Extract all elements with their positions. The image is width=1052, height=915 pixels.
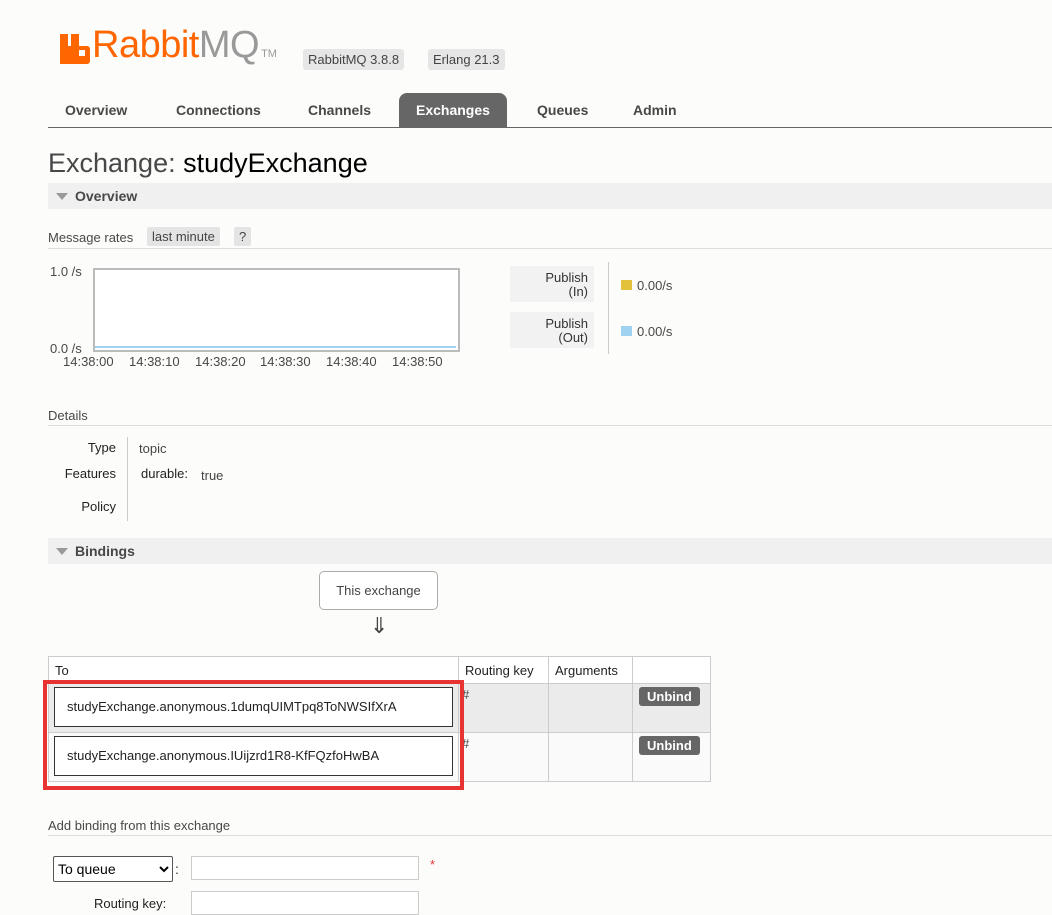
details-divider xyxy=(127,437,128,521)
rabbitmq-logo: Rabbit MQ TM xyxy=(60,26,277,64)
overview-section-toggle[interactable]: Overview xyxy=(48,183,1052,209)
collapse-triangle-icon xyxy=(56,548,68,555)
chart-x-tick: 14:38:40 xyxy=(326,354,377,369)
logo-text-rabbit: Rabbit xyxy=(92,24,199,66)
divider xyxy=(48,425,1052,426)
chart-y-top-label: 1.0 /s xyxy=(50,264,82,279)
publish-in-swatch xyxy=(621,280,632,290)
actions-cell: Unbind xyxy=(632,683,711,733)
logo-trademark: TM xyxy=(261,48,277,60)
tab-exchanges[interactable]: Exchanges xyxy=(399,93,507,127)
version-badge: RabbitMQ 3.8.8 xyxy=(303,49,405,70)
chart-x-tick: 14:38:10 xyxy=(129,354,180,369)
column-header-routing-key: Routing key xyxy=(458,656,549,684)
tab-connections[interactable]: Connections xyxy=(159,93,278,127)
page-title: Exchange: studyExchange xyxy=(48,148,368,179)
logo-text-mq: MQ xyxy=(198,24,260,66)
legend-label-line: Publish xyxy=(545,270,588,285)
annotation-highlight-box xyxy=(43,680,464,790)
details-durable-key: durable: xyxy=(141,466,188,481)
down-arrow-icon: ⇓ xyxy=(370,613,389,638)
routing-key-value: # xyxy=(462,736,470,751)
arguments-cell xyxy=(548,683,633,733)
tab-channels[interactable]: Channels xyxy=(291,93,388,127)
add-binding-label: Add binding from this exchange xyxy=(48,818,231,833)
chart-x-tick: 14:38:00 xyxy=(63,354,114,369)
collapse-triangle-icon xyxy=(56,193,68,200)
chart-x-tick: 14:38:50 xyxy=(392,354,443,369)
destination-type-select[interactable]: To queue xyxy=(53,856,173,882)
details-type-key: Type xyxy=(87,440,116,455)
unbind-button[interactable]: Unbind xyxy=(639,736,700,755)
divider xyxy=(48,835,1052,836)
details-policy-key: Policy xyxy=(81,499,116,514)
details-features-key: Features xyxy=(64,466,116,481)
publish-in-rate: 0.00/s xyxy=(637,278,673,293)
unbind-button[interactable]: Unbind xyxy=(639,687,700,706)
routing-key-value: # xyxy=(462,687,470,702)
rabbitmq-logo-icon xyxy=(60,34,90,64)
details-type-value: topic xyxy=(139,441,167,456)
destination-name-input[interactable] xyxy=(191,856,419,880)
page-title-prefix: Exchange: xyxy=(48,148,176,178)
rate-range-button[interactable]: last minute xyxy=(147,227,220,246)
main-nav-tabs: Overview Connections Channels Exchanges … xyxy=(48,93,1052,128)
colon: : xyxy=(175,861,179,877)
message-rates-label: Message rates xyxy=(48,230,134,245)
chart-series-line xyxy=(95,346,456,348)
legend-label-line: (In) xyxy=(568,284,589,299)
tab-admin[interactable]: Admin xyxy=(616,93,694,127)
overview-section-label: Overview xyxy=(75,188,138,204)
bindings-section-label: Bindings xyxy=(75,543,135,559)
legend-publish-in: Publish (In) xyxy=(510,266,594,302)
page-title-exchange-name: studyExchange xyxy=(183,148,368,178)
tab-overview[interactable]: Overview xyxy=(48,93,144,127)
required-asterisk: * xyxy=(430,857,436,872)
chart-x-tick: 14:38:30 xyxy=(260,354,311,369)
column-header-arguments: Arguments xyxy=(548,656,633,684)
legend-publish-out: Publish (Out) xyxy=(510,312,594,348)
routing-key-cell: # xyxy=(458,683,549,733)
column-header-actions xyxy=(632,656,711,684)
routing-key-input[interactable] xyxy=(191,891,419,915)
tab-queues[interactable]: Queues xyxy=(520,93,605,127)
publish-out-rate: 0.00/s xyxy=(637,324,673,339)
chart-x-tick: 14:38:20 xyxy=(195,354,246,369)
message-rates-chart xyxy=(93,268,460,352)
help-button[interactable]: ? xyxy=(234,227,252,246)
erlang-badge: Erlang 21.3 xyxy=(428,49,505,70)
details-label: Details xyxy=(48,408,88,423)
arguments-cell xyxy=(548,732,633,782)
legend-divider xyxy=(608,262,609,354)
routing-key-cell: # xyxy=(458,732,549,782)
publish-out-swatch xyxy=(621,326,632,336)
actions-cell: Unbind xyxy=(632,732,711,782)
bindings-section-toggle[interactable]: Bindings xyxy=(48,538,1052,564)
this-exchange-box: This exchange xyxy=(319,571,438,610)
details-durable-value: true xyxy=(201,468,224,483)
divider xyxy=(48,248,1052,249)
routing-key-field-label: Routing key: xyxy=(94,896,167,911)
legend-label-line: (Out) xyxy=(558,330,588,345)
legend-label-line: Publish xyxy=(545,316,588,331)
